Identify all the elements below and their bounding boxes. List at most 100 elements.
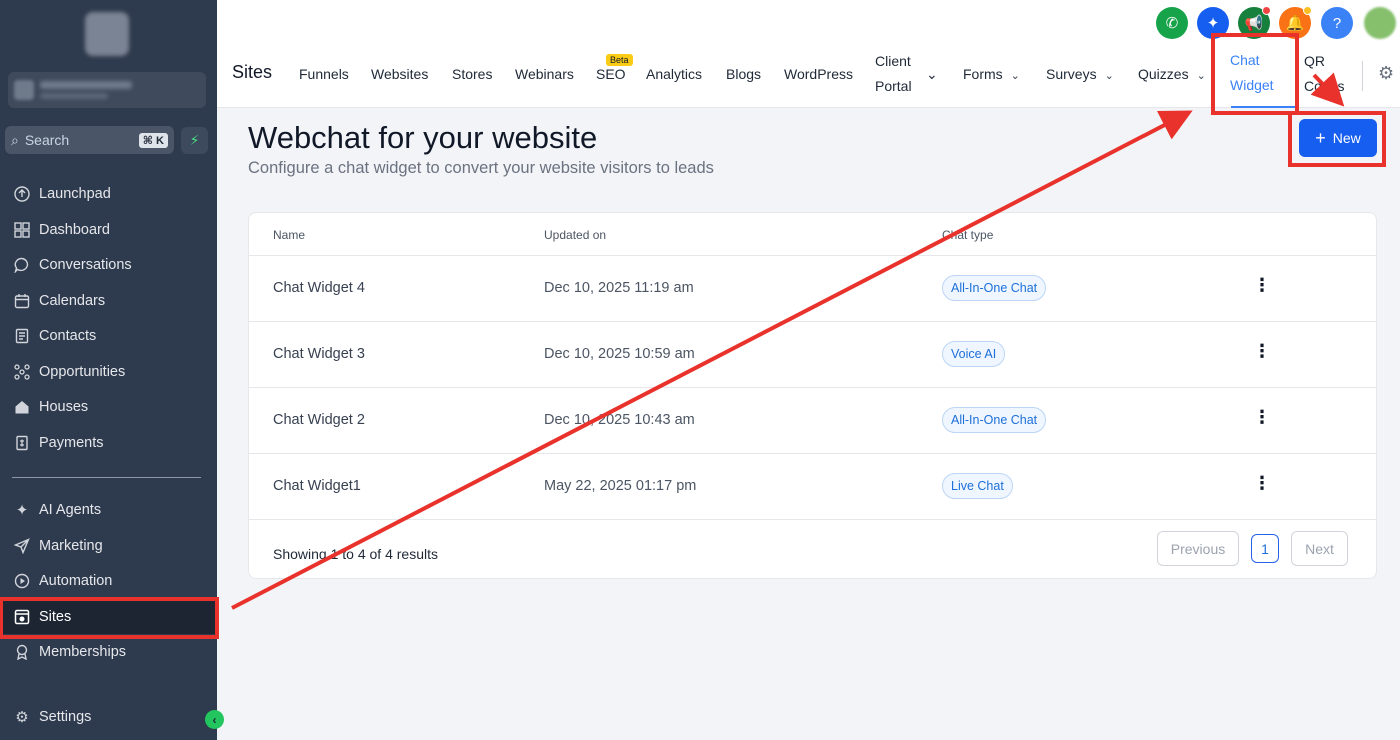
more-options-icon[interactable]: ⋮	[1253, 342, 1271, 360]
sidebar-item-ai-agents[interactable]: ✦ AI Agents	[0, 493, 217, 527]
sidebar-item-contacts[interactable]: Contacts	[0, 319, 217, 353]
opportunities-icon	[12, 362, 32, 382]
column-header-name[interactable]: Name	[273, 228, 305, 242]
tab-blogs[interactable]: Blogs	[726, 62, 761, 87]
sidebar-item-label: Contacts	[39, 328, 97, 344]
notification-dot	[1262, 6, 1271, 15]
account-avatar	[14, 80, 34, 100]
column-header-chat-type[interactable]: Chat type	[942, 228, 993, 242]
contacts-icon	[12, 326, 32, 346]
section-title: Sites	[232, 62, 273, 82]
account-switcher[interactable]	[8, 72, 206, 108]
widget-name[interactable]: Chat Widget 2	[273, 412, 365, 428]
tab-stores[interactable]: Stores	[452, 62, 492, 87]
tab-quizzes[interactable]: Quizzes ⌄	[1138, 62, 1206, 89]
tab-chat-widget[interactable]: Chat Widget	[1230, 48, 1274, 98]
previous-page-button[interactable]: Previous	[1157, 531, 1239, 566]
active-tab-indicator	[1231, 106, 1299, 108]
quick-action-bolt-icon[interactable]: ⚡	[181, 127, 208, 154]
payments-icon	[12, 433, 32, 453]
widget-name[interactable]: Chat Widget 3	[273, 346, 365, 362]
sidebar-item-memberships[interactable]: Memberships	[0, 635, 217, 669]
widget-name[interactable]: Chat Widget1	[273, 478, 361, 494]
sidebar-item-automation[interactable]: Automation	[0, 564, 217, 598]
more-options-icon[interactable]: ⋮	[1253, 276, 1271, 294]
tab-analytics[interactable]: Analytics	[646, 62, 702, 87]
sidebar-item-dashboard[interactable]: Dashboard	[0, 213, 217, 247]
sidebar-item-label: Opportunities	[39, 364, 126, 380]
sidebar-item-payments[interactable]: Payments	[0, 426, 217, 460]
sidebar-item-label: Memberships	[39, 644, 127, 660]
table-row[interactable]: Chat Widget1 May 22, 2025 01:17 pm Live …	[249, 453, 1376, 519]
next-page-button[interactable]: Next	[1291, 531, 1348, 566]
sidebar-item-label: Payments	[39, 435, 104, 451]
sidebar-item-calendars[interactable]: Calendars	[0, 284, 217, 318]
tab-client-portal[interactable]: Client Portal	[875, 49, 912, 99]
table-footer: Showing 1 to 4 of 4 results Previous 1 N…	[249, 519, 1376, 579]
new-widget-button[interactable]: + New	[1299, 119, 1377, 157]
sidebar-divider	[12, 477, 201, 478]
widgets-table: Name Updated on Chat type Chat Widget 4 …	[248, 212, 1377, 579]
sidebar-item-houses[interactable]: Houses	[0, 390, 217, 424]
sidebar-item-marketing[interactable]: Marketing	[0, 529, 217, 563]
tab-forms[interactable]: Forms ⌄	[963, 62, 1020, 89]
sidebar-item-opportunities[interactable]: Opportunities	[0, 355, 217, 389]
account-location-blurred	[40, 93, 108, 99]
ai-sparkle-icon[interactable]: ✦	[1197, 7, 1229, 39]
updated-on: Dec 10, 2025 10:43 am	[544, 412, 695, 428]
tab-label-line1: Chat	[1230, 52, 1260, 68]
header-separator	[1362, 61, 1363, 91]
tab-label-line1: QR	[1304, 53, 1325, 69]
sidebar-item-label: Marketing	[39, 538, 103, 554]
search-shortcut: ⌘ K	[138, 132, 168, 148]
sites-icon	[12, 607, 32, 627]
tab-label-line2: Widget	[1230, 77, 1274, 93]
megaphone-icon[interactable]: 📢	[1238, 6, 1271, 39]
tab-websites[interactable]: Websites	[371, 62, 428, 87]
collapse-sidebar-chevron-icon[interactable]: ‹	[205, 710, 224, 729]
chat-type-badge: All-In-One Chat	[942, 275, 1047, 301]
sidebar-item-label: AI Agents	[39, 502, 102, 518]
column-header-updated[interactable]: Updated on	[544, 228, 606, 242]
chat-type-badge: All-In-One Chat	[942, 407, 1047, 433]
search-placeholder: Search	[24, 132, 70, 148]
updated-on: May 22, 2025 01:17 pm	[544, 478, 697, 494]
more-options-icon[interactable]: ⋮	[1253, 474, 1271, 492]
sidebar-item-label: Settings	[39, 709, 92, 725]
sidebar-item-settings[interactable]: ⚙ Settings	[0, 700, 217, 734]
sidebar-item-launchpad[interactable]: Launchpad	[0, 177, 217, 211]
page-1-button[interactable]: 1	[1251, 534, 1279, 563]
search-box[interactable]: ⌕ Search ⌘ K	[5, 126, 174, 154]
help-icon[interactable]: ?	[1321, 7, 1353, 39]
chat-type-badge: Live Chat	[942, 473, 1013, 499]
bell-icon[interactable]: 🔔	[1279, 6, 1312, 39]
user-avatar[interactable]	[1364, 7, 1396, 39]
table-row[interactable]: Chat Widget 4 Dec 10, 2025 11:19 am All-…	[249, 255, 1376, 321]
company-logo[interactable]	[85, 12, 129, 56]
chevron-down-icon: ⌄	[1104, 70, 1114, 82]
tab-webinars[interactable]: Webinars	[515, 62, 574, 87]
chevron-down-icon[interactable]: ⌄	[926, 62, 938, 87]
tab-label-line1: Client	[875, 53, 911, 69]
tab-qr-codes[interactable]: QR Codes	[1304, 49, 1344, 99]
new-button-label: New	[1332, 130, 1361, 146]
gear-icon: ⚙	[15, 709, 29, 726]
sidebar-item-label: Automation	[39, 573, 113, 589]
widget-name[interactable]: Chat Widget 4	[273, 280, 365, 296]
tab-funnels[interactable]: Funnels	[299, 62, 349, 87]
sidebar-item-conversations[interactable]: Conversations	[0, 248, 217, 282]
tab-seo[interactable]: SEO	[596, 62, 626, 87]
page-subtitle: Configure a chat widget to convert your …	[248, 159, 714, 177]
tab-label: Surveys	[1046, 66, 1097, 82]
table-row[interactable]: Chat Widget 3 Dec 10, 2025 10:59 am Voic…	[249, 321, 1376, 387]
tab-surveys[interactable]: Surveys ⌄	[1046, 62, 1114, 89]
gear-icon[interactable]: ⚙	[1378, 63, 1394, 84]
phone-icon[interactable]: ✆	[1156, 7, 1188, 39]
chat-type-badge: Voice AI	[942, 341, 1006, 367]
more-options-icon[interactable]: ⋮	[1253, 408, 1271, 426]
table-row[interactable]: Chat Widget 2 Dec 10, 2025 10:43 am All-…	[249, 387, 1376, 453]
top-header: ✆ ✦ 📢 🔔 ? Sites Funnels Websites Stores …	[217, 0, 1400, 108]
tab-wordpress[interactable]: WordPress	[784, 62, 853, 87]
house-icon	[12, 397, 32, 417]
sidebar-item-sites[interactable]: Sites	[0, 600, 217, 634]
